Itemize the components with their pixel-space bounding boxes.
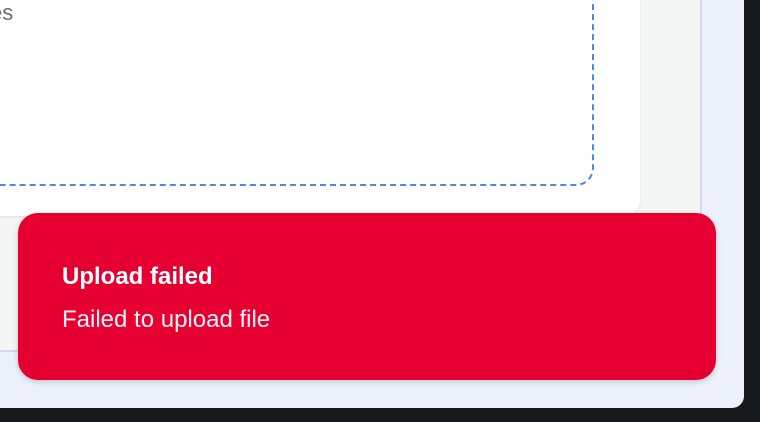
toast-message: Failed to upload file: [62, 306, 271, 333]
error-toast[interactable]: Upload failed Failed to upload file: [18, 213, 716, 380]
drop-zone-hint-text: es: [0, 0, 14, 25]
file-drop-zone[interactable]: [0, 0, 594, 186]
app-window: es Upload failed Failed to upload file: [0, 0, 744, 408]
toast-title: Upload failed: [62, 263, 213, 290]
